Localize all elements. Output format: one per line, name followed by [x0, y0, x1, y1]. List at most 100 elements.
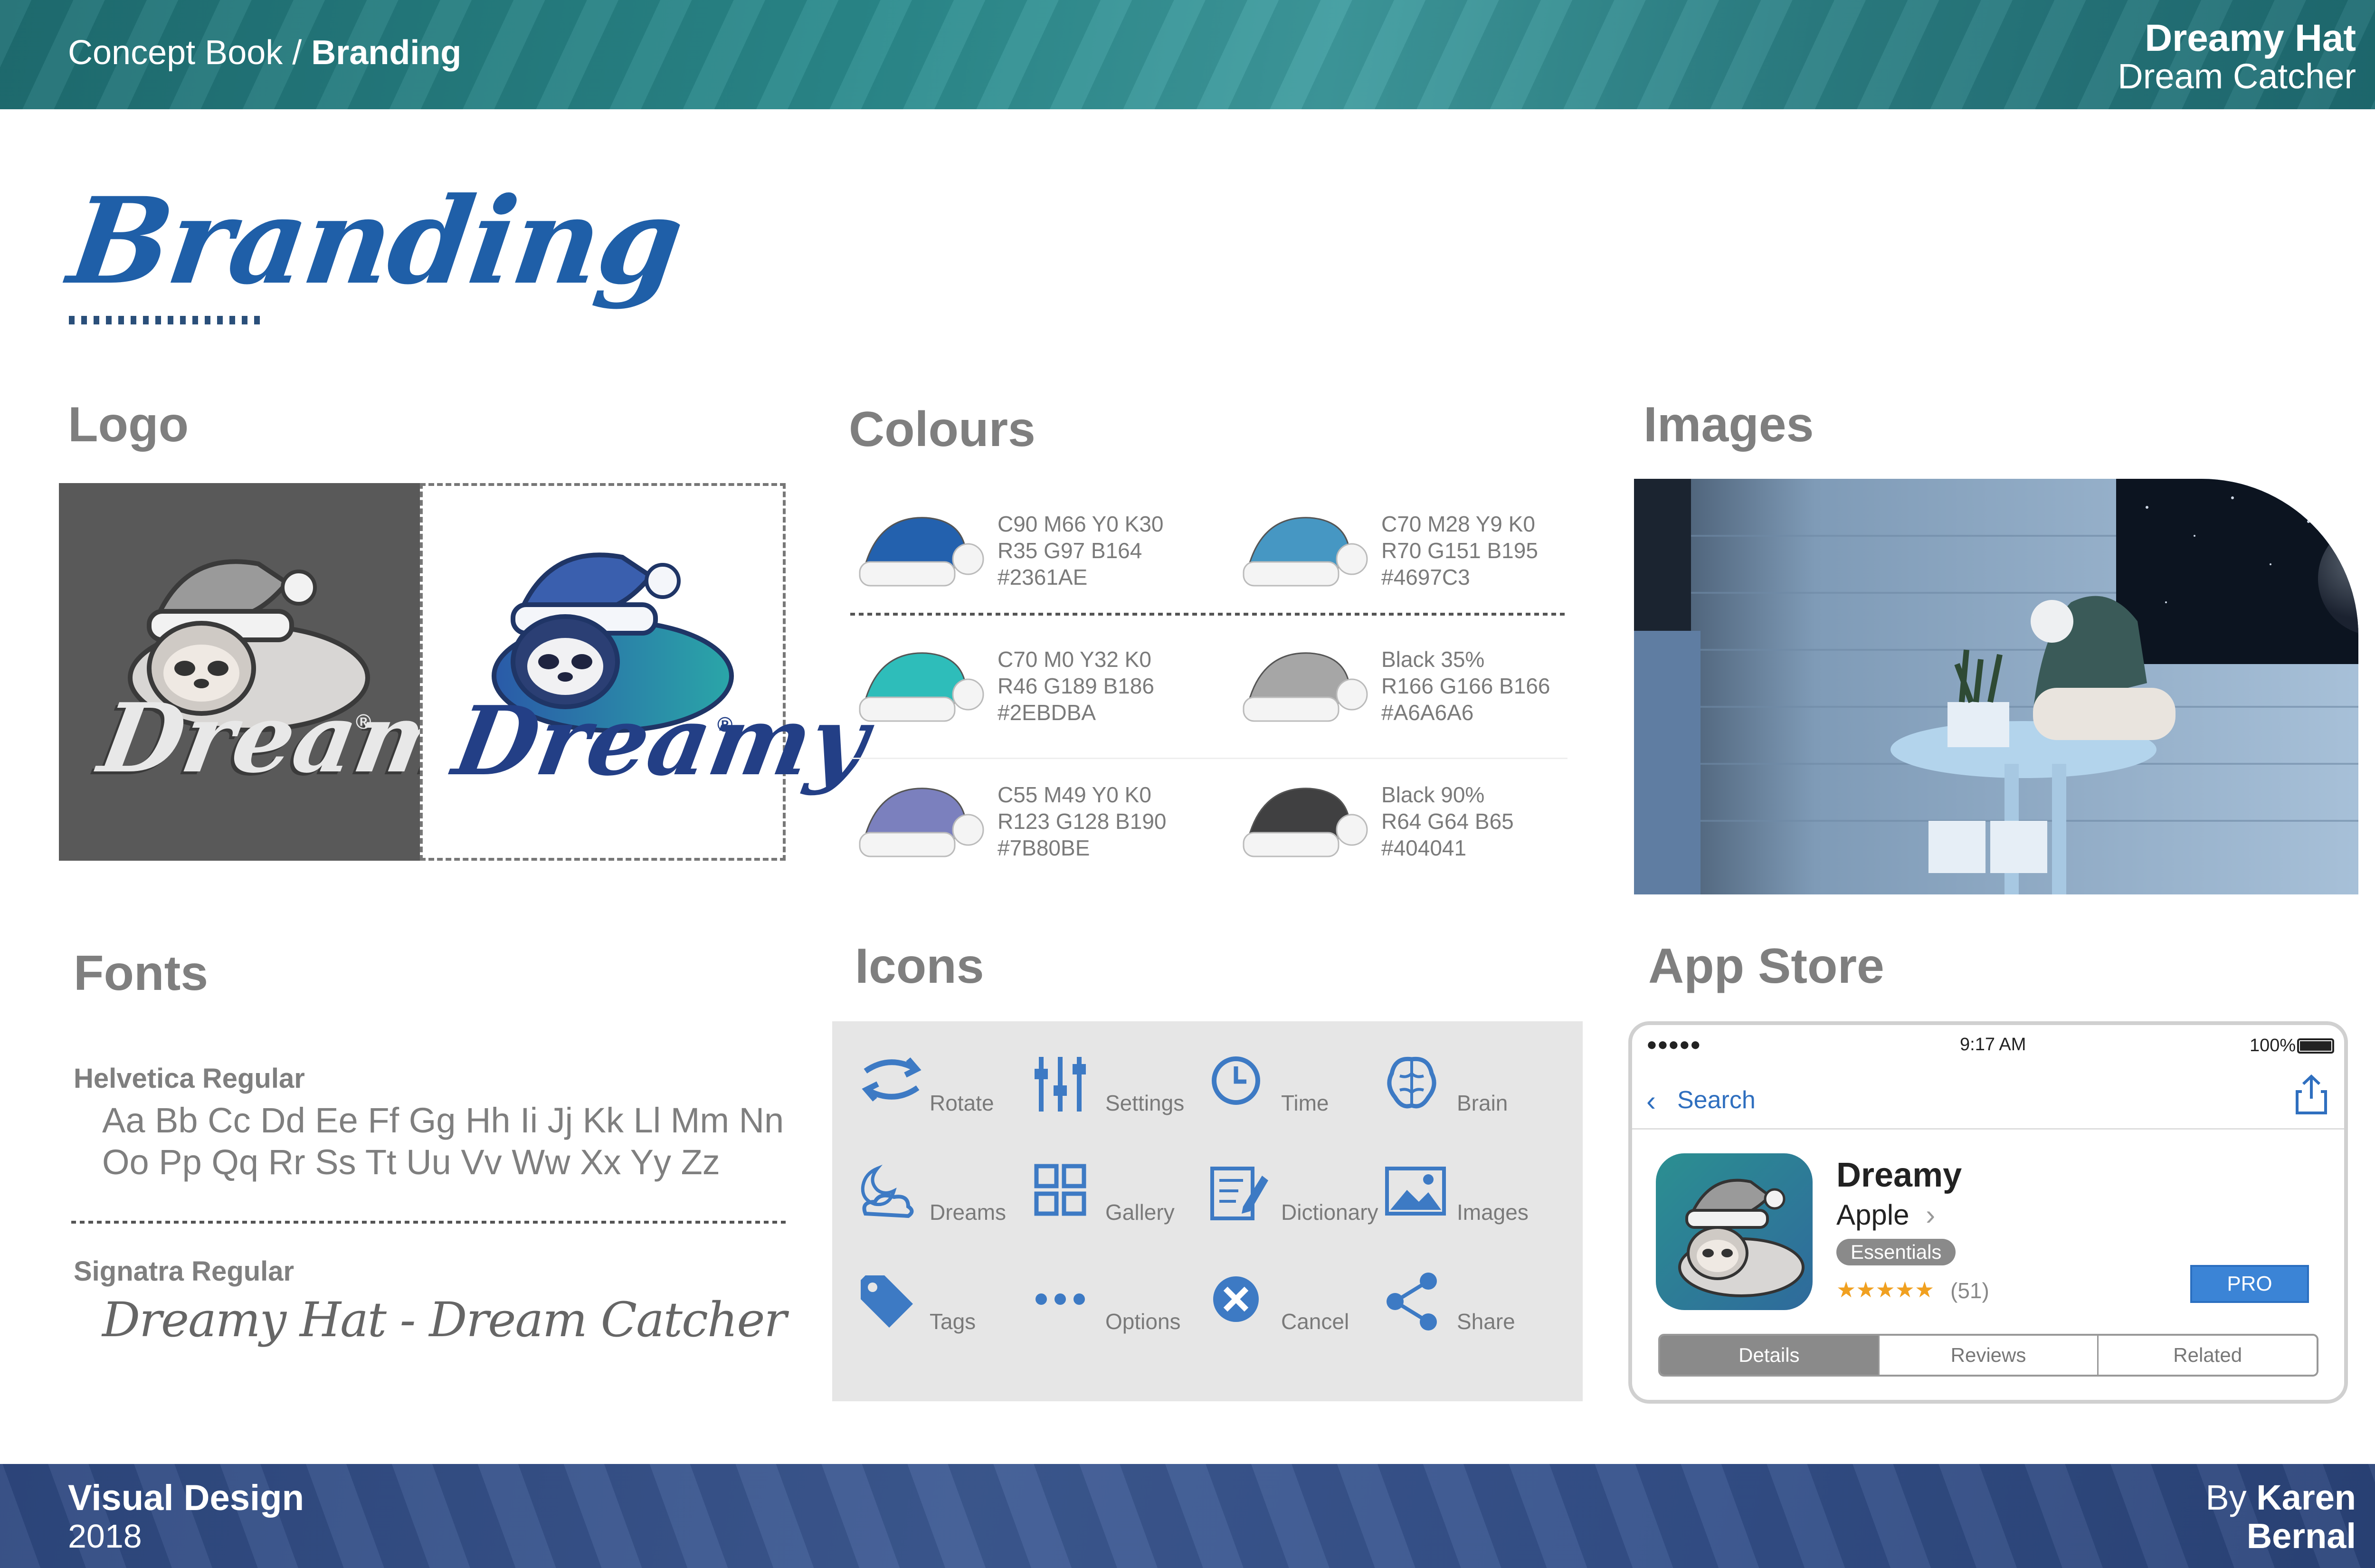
signal-indicator: ●●●●●	[1646, 1035, 1701, 1055]
settings-icon	[1035, 1057, 1086, 1112]
swatch-specs: Black 90% R64 G64 B65 #404041	[1381, 781, 1514, 861]
santa-hat-swatch-icon	[859, 788, 984, 857]
icon-label: Brain	[1457, 1091, 1508, 1115]
logo-wordmark-blue: Dreamy	[446, 685, 876, 797]
icon-set-panel: Rotate Settings Time Brain Dreams Gallery Dict…	[832, 1021, 1583, 1401]
swatch-hex: #4697C3	[1381, 565, 1470, 590]
project-brand: Dreamy Hat Dream Catcher	[2118, 18, 2356, 95]
breadcrumb-parent[interactable]: Concept Book /	[68, 34, 311, 72]
back-chevron-icon[interactable]: ‹	[1646, 1084, 1656, 1117]
author-last-name: Bernal	[2246, 1516, 2356, 1556]
mood-image	[1634, 479, 2358, 894]
swatch-cmyk: C90 M66 Y0 K30	[998, 512, 1164, 536]
colour-swatch: C70 M0 Y32 K0 R46 G189 B186 #2EBDBA	[855, 641, 1282, 736]
icon-label: Dreams	[930, 1200, 1007, 1225]
chevron-right-icon: ›	[1926, 1199, 1936, 1231]
icon-label: Cancel	[1281, 1309, 1349, 1334]
back-search-link[interactable]: Search	[1677, 1086, 1756, 1114]
icon-label: Time	[1281, 1091, 1329, 1115]
swatch-specs: C70 M0 Y32 K0 R46 G189 B186 #2EBDBA	[998, 646, 1154, 726]
image-icon	[1385, 1167, 1446, 1216]
share-icon	[1387, 1273, 1437, 1330]
santa-hat-swatch-icon	[1243, 652, 1368, 722]
developer-name: Apple	[1836, 1199, 1910, 1231]
section-images-heading: Images	[1644, 397, 1814, 452]
header-bar: Concept Book / Branding Dreamy Hat Dream…	[0, 0, 2375, 109]
footer-left: Visual Design 2018	[68, 1478, 304, 1555]
swatch-rgb: R70 G151 B195	[1381, 538, 1538, 563]
santa-hat-swatch-icon	[859, 517, 984, 587]
battery-icon	[2297, 1038, 2334, 1054]
registered-mark: ®	[717, 713, 733, 736]
santa-hat-swatch-icon	[1243, 517, 1368, 587]
swatch-rgb: R123 G128 B190	[998, 809, 1167, 834]
swatch-rgb: R166 G166 B166	[1381, 674, 1550, 699]
colour-swatch: Black 90% R64 G64 B65 #404041	[1239, 777, 1666, 872]
by-label: By	[2205, 1478, 2257, 1517]
registered-mark: ®	[356, 710, 371, 733]
font1-name: Helvetica Regular	[74, 1063, 305, 1094]
breadcrumb: Concept Book / Branding	[68, 33, 461, 72]
logo-light-variant: Dreamy ®	[420, 483, 876, 861]
colour-swatch: C70 M28 Y9 K0 R70 G151 B195 #4697C3	[1239, 506, 1666, 601]
section-fonts-heading: Fonts	[74, 946, 209, 1001]
swatch-specs: Black 35% R166 G166 B166 #A6A6A6	[1381, 646, 1550, 726]
swatch-specs: C90 M66 Y0 K30 R35 G97 B164 #2361AE	[998, 511, 1164, 590]
moon-cloud-icon	[861, 1164, 914, 1218]
clock-icon	[1212, 1056, 1260, 1105]
section-appstore-heading: App Store	[1648, 939, 1884, 994]
app-icon[interactable]	[1656, 1153, 1813, 1310]
tag-icon	[861, 1275, 913, 1328]
tab-details[interactable]: Details	[1660, 1336, 1880, 1375]
project-title: Dreamy Hat	[2145, 17, 2356, 59]
swatch-hex: #2EBDBA	[998, 700, 1096, 725]
icon-label: Options	[1105, 1309, 1181, 1334]
swatch-hex: #7B80BE	[998, 836, 1090, 861]
app-store-mockup: ●●●●● 9:17 AM 100% ‹ Search Dreamy Apple…	[1628, 1021, 2348, 1404]
colour-swatch: C90 M66 Y0 K30 R35 G97 B164 #2361AE	[855, 506, 1282, 601]
brain-icon	[1387, 1056, 1436, 1109]
rating-count: (51)	[1950, 1278, 1989, 1303]
swatch-hex: #2361AE	[998, 565, 1088, 590]
rotate-icon	[862, 1057, 922, 1102]
title-underline	[69, 316, 264, 324]
santa-hat-swatch-icon	[859, 652, 984, 722]
bedroom-scene-image	[1634, 479, 2358, 894]
icon-label: Share	[1457, 1309, 1515, 1334]
icon-label: Rotate	[930, 1091, 994, 1115]
swatch-specs: C55 M49 Y0 K0 R123 G128 B190 #7B80BE	[998, 781, 1167, 861]
grid-icon	[1034, 1164, 1086, 1216]
logo-dark-variant: Dreamy ®	[59, 483, 522, 861]
divider	[71, 1221, 788, 1224]
font2-name: Signatra Regular	[74, 1256, 294, 1287]
project-subtitle: Dream Catcher	[2118, 57, 2356, 96]
pro-button[interactable]: PRO	[2190, 1265, 2309, 1303]
sloth-app-icon	[1678, 1178, 1805, 1297]
breadcrumb-current: Branding	[311, 34, 462, 72]
status-time: 9:17 AM	[1960, 1035, 2026, 1055]
author-first-name: Karen	[2256, 1478, 2356, 1517]
swatch-rgb: R64 G64 B65	[1381, 809, 1514, 834]
swatch-cmyk: Black 90%	[1381, 782, 1485, 807]
icon-label: Images	[1457, 1200, 1529, 1225]
dictionary-icon	[1210, 1167, 1268, 1220]
tab-reviews[interactable]: Reviews	[1879, 1336, 2099, 1375]
swatch-cmyk: C55 M49 Y0 K0	[998, 782, 1151, 807]
swatch-hex: #A6A6A6	[1381, 700, 1474, 725]
app-name: Dreamy	[1836, 1156, 1962, 1194]
colour-swatch: C55 M49 Y0 K0 R123 G128 B190 #7B80BE	[855, 777, 1282, 872]
page-title: Branding	[61, 171, 690, 311]
more-icon	[1036, 1293, 1085, 1305]
section-colours-heading: Colours	[849, 402, 1036, 457]
footer-year: 2018	[68, 1517, 142, 1555]
footer-author: By Karen Bernal	[2205, 1478, 2356, 1556]
font1-sample-line2: Oo Pp Qq Rr Ss Tt Uu Vv Ww Xx Yy Zz	[102, 1142, 720, 1182]
swatch-cmyk: C70 M0 Y32 K0	[998, 647, 1151, 672]
divider	[850, 758, 1568, 759]
swatch-rgb: R46 G189 B186	[998, 674, 1154, 699]
developer-link[interactable]: Apple ›	[1836, 1198, 1935, 1231]
tab-related[interactable]: Related	[2099, 1336, 2317, 1375]
share-icon[interactable]	[2295, 1073, 2328, 1115]
santa-hat-swatch-icon	[1243, 788, 1368, 857]
section-icons-heading: Icons	[855, 939, 984, 994]
